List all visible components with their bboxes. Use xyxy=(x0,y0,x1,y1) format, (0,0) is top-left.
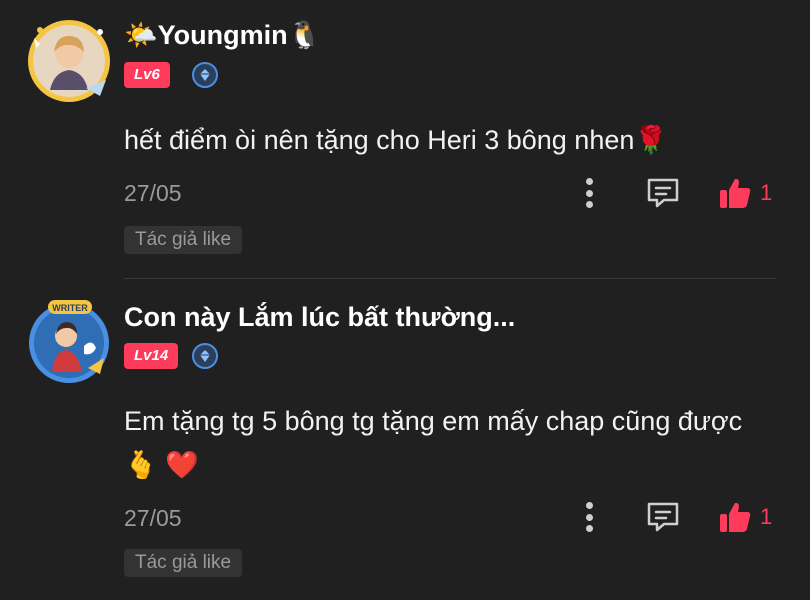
reply-button[interactable] xyxy=(646,501,680,533)
more-dot xyxy=(585,189,593,197)
comment-item: WRITER Con này Lắm lúc bất thường... Lv1… xyxy=(0,279,810,600)
more-vertical-icon xyxy=(585,502,593,509)
more-dot xyxy=(585,525,593,532)
diamond-rank-icon xyxy=(192,343,218,369)
username[interactable]: Con này Lắm lúc bất thường... xyxy=(124,300,515,334)
avatar-image xyxy=(28,20,110,102)
more-options-button[interactable] xyxy=(578,500,600,534)
reply-button[interactable] xyxy=(646,177,680,209)
writer-badge-text: WRITER xyxy=(52,303,88,313)
diamond-rank-icon xyxy=(192,62,218,88)
level-badge: Lv14 xyxy=(124,343,179,369)
like-count: 1 xyxy=(760,180,773,205)
like-count: 1 xyxy=(760,504,773,529)
username[interactable]: 🌤️Youngmin🐧 xyxy=(124,18,321,52)
comment-text: Em tặng tg 5 bông tg tặng em mấy chap cũ… xyxy=(124,406,743,480)
like-button[interactable]: 1 xyxy=(718,500,772,534)
more-dot xyxy=(585,201,593,208)
author-like-badge: Tác giả like xyxy=(124,226,243,254)
more-dot xyxy=(585,513,593,521)
avatar-image: WRITER xyxy=(29,300,109,383)
more-vertical-icon xyxy=(585,178,593,185)
user-avatar[interactable] xyxy=(26,18,112,104)
comment-reply-icon xyxy=(647,502,679,532)
level-badge: Lv6 xyxy=(124,62,170,88)
thumbs-up-icon xyxy=(720,502,751,532)
user-avatar[interactable]: WRITER xyxy=(26,298,112,384)
comment-item: 🌤️Youngmin🐧 Lv6 hết điểm òi nên tặng cho… xyxy=(0,0,810,278)
comment-date: 27/05 xyxy=(124,505,182,531)
comment-date: 27/05 xyxy=(124,180,182,206)
comment-reply-icon xyxy=(647,178,679,208)
author-like-badge: Tác giả like xyxy=(124,549,243,577)
more-options-button[interactable] xyxy=(578,176,600,210)
like-button[interactable]: 1 xyxy=(718,176,772,210)
thumbs-up-icon xyxy=(720,178,751,208)
comment-text: hết điểm òi nên tặng cho Heri 3 bông nhe… xyxy=(124,125,668,155)
